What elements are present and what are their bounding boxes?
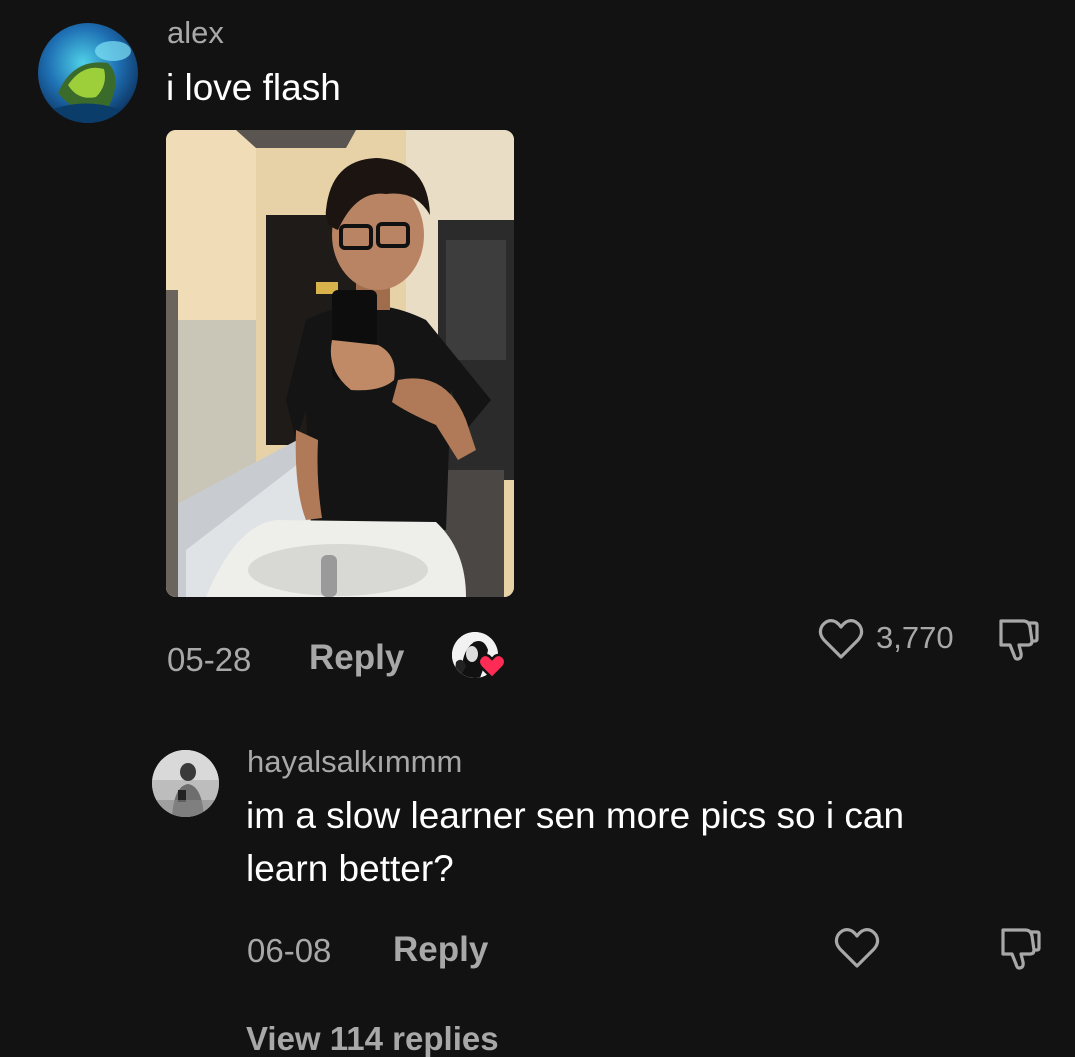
reply-button[interactable]: Reply [393, 932, 488, 967]
reply-button[interactable]: Reply [309, 640, 404, 675]
avatar-alex[interactable] [38, 23, 138, 123]
heart-badge-icon [477, 652, 507, 680]
view-replies-link[interactable]: View 114 replies [246, 1022, 499, 1055]
avatar-hayalsalkimmm[interactable] [152, 750, 219, 817]
comment-username[interactable]: alex [167, 17, 224, 48]
dislike-thumbs-down-icon[interactable] [997, 924, 1043, 972]
dislike-thumbs-down-icon[interactable] [995, 615, 1041, 663]
comment-photo[interactable] [166, 130, 514, 597]
like-count: 3,770 [876, 620, 954, 655]
like-heart-icon[interactable] [834, 926, 880, 970]
comment-text: i love flash [166, 67, 341, 108]
avatar-image [152, 750, 219, 817]
avatar-image [38, 23, 138, 123]
comment-date: 06-08 [247, 932, 332, 969]
like-heart-icon[interactable] [818, 617, 864, 661]
comment-text-line-2: learn better? [246, 848, 454, 889]
comment-date: 05-28 [167, 641, 252, 678]
mirror-selfie-image [166, 130, 514, 597]
comment-username[interactable]: hayalsalkımmm [247, 746, 462, 777]
comment-text-line-1: im a slow learner sen more pics so i can [246, 795, 905, 836]
